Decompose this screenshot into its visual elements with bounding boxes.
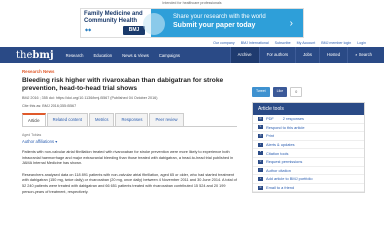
article-tools-panel: Article tools ▤ PDF 2 responses ✎ Respond t…	[252, 102, 365, 194]
tweet-button[interactable]: Tweet	[252, 87, 270, 97]
nav-item-hosted[interactable]: Hosted	[318, 47, 347, 63]
chevron-right-icon: ›	[289, 18, 293, 29]
tab-article[interactable]: Article	[22, 113, 46, 126]
nav-item-for-authors[interactable]: For authors	[258, 47, 295, 63]
audience-notice: Intended for healthcare professionals	[162, 1, 222, 5]
tool-respond[interactable]: ✎ Respond to this article	[253, 124, 364, 133]
tool-citation[interactable]: ❝ Citation tools	[253, 149, 364, 158]
utility-link-account[interactable]: My Account	[297, 40, 316, 47]
nav-item-news-views[interactable]: News & Views	[122, 53, 149, 58]
tool-portfolio[interactable]: + Add article to BMJ portfolio	[253, 175, 364, 184]
tool-label: Print	[266, 133, 274, 139]
utility-link-login[interactable]: Login	[357, 40, 366, 47]
tab-metrics[interactable]: Metrics	[88, 113, 115, 126]
tool-author-citation[interactable]: ☺ Author citation	[253, 167, 364, 176]
utility-link-member-login[interactable]: BMJ member login	[321, 40, 351, 47]
section-label[interactable]: Research News	[22, 69, 237, 74]
email-icon: ✉	[258, 185, 263, 190]
tool-email[interactable]: ✉ Email to a friend	[253, 184, 364, 193]
tool-label: Email to a friend	[266, 185, 295, 191]
citation-icon: ❝	[258, 151, 263, 156]
article-paragraph: Researchers analysed data on 118 891 pat…	[22, 172, 237, 194]
tab-related-content[interactable]: Related content	[46, 113, 88, 126]
search-label: Search	[358, 52, 372, 57]
advert-right-panel[interactable]: Share your research with the world Submi…	[143, 9, 303, 37]
logo-the: the	[16, 49, 33, 61]
bmj-logo: BMJ	[123, 26, 145, 35]
tool-label: Author citation	[266, 167, 291, 173]
author-name: Aged Tobias	[22, 133, 42, 137]
tool-label: Citation tools	[266, 150, 289, 156]
article-main: Research News Bleeding risk higher with …	[22, 69, 237, 195]
globe-icon	[143, 13, 165, 35]
search-button[interactable]: ⌕ Search	[347, 47, 384, 63]
nav-item-jobs[interactable]: Jobs	[295, 47, 319, 63]
site-logo[interactable]: thebmj	[16, 50, 54, 61]
sidebar: Tweet Like 0 Article tools ▤ PDF 2 respons…	[252, 87, 365, 194]
tool-label: PDF	[266, 116, 274, 122]
cite-as-line: Cite this as: BMJ 2016;355:i5567	[22, 104, 77, 108]
utility-link-international[interactable]: BMJ International	[241, 40, 269, 47]
main-nav: thebmj Research Education News & Views C…	[0, 47, 384, 63]
like-count: 0	[290, 87, 303, 97]
nav-item-research[interactable]: Research	[66, 53, 84, 58]
tool-pdf[interactable]: ▤ PDF 2 responses	[253, 115, 364, 124]
respond-icon: ✎	[258, 125, 263, 130]
author-affiliations-link[interactable]: Author affiliations ▾	[22, 139, 237, 144]
article-tabs: Article Related content Metrics Response…	[22, 113, 237, 127]
tool-print[interactable]: ⎙ Print	[253, 132, 364, 141]
advert-banner[interactable]: Family Medicine and Community Health ◆◆ …	[80, 8, 304, 38]
permissions-icon: ©	[258, 159, 263, 164]
article-tools-title: Article tools	[253, 103, 364, 115]
logo-bmj: bmj	[32, 49, 54, 61]
bell-icon: ♪	[258, 142, 263, 147]
pdf-icon: ▤	[258, 116, 263, 121]
nav-item-education[interactable]: Education	[94, 53, 113, 58]
like-button[interactable]: Like	[272, 87, 288, 97]
utility-link-company[interactable]: Our company	[213, 40, 235, 47]
advert-line-1: Share your research with the world	[173, 14, 266, 20]
utility-link-subscribe[interactable]: Subscribe	[275, 40, 291, 47]
plus-icon: +	[258, 176, 263, 181]
tab-responses[interactable]: Responses	[115, 113, 149, 126]
advert-left-panel: Family Medicine and Community Health ◆◆ …	[81, 9, 151, 37]
print-icon: ⎙	[258, 133, 263, 138]
user-icon: ☺	[258, 168, 263, 173]
tool-permissions[interactable]: © Request permissions	[253, 158, 364, 167]
advert-journal-title: Family Medicine and Community Health	[84, 11, 143, 24]
share-bar: Tweet Like 0	[252, 87, 365, 97]
affiliations-label: Author affiliations	[22, 139, 55, 144]
tool-label: Add article to BMJ portfolio	[266, 176, 313, 182]
article-title: Bleeding risk higher with rivaroxaban th…	[22, 77, 224, 92]
utility-bar: Our company BMJ International Subscribe …	[0, 40, 384, 47]
nav-right-group: Archive For authors Jobs Hosted ⌕ Search	[229, 47, 384, 63]
tab-peer-review[interactable]: Peer review	[149, 113, 184, 126]
chevron-down-icon: ▾	[55, 139, 58, 144]
article-paragraph: Patients with non-valvular atrial fibril…	[22, 150, 234, 166]
tool-label: Alerts & updates	[266, 142, 295, 148]
advert-line-2: Submit your paper today	[173, 22, 256, 29]
tool-label: Respond to this article	[266, 124, 305, 130]
nav-item-archive[interactable]: Archive	[229, 47, 259, 63]
responses-link[interactable]: 2 responses	[283, 116, 304, 121]
journal-logo-icon: ◆◆	[85, 27, 92, 32]
citation-line: BMJ 2016 ; 355 doi: https://doi.org/10.1…	[22, 96, 158, 100]
tool-alerts[interactable]: ♪ Alerts & updates	[253, 141, 364, 150]
tool-label: Request permissions	[266, 159, 303, 165]
nav-item-campaigns[interactable]: Campaigns	[159, 53, 180, 58]
